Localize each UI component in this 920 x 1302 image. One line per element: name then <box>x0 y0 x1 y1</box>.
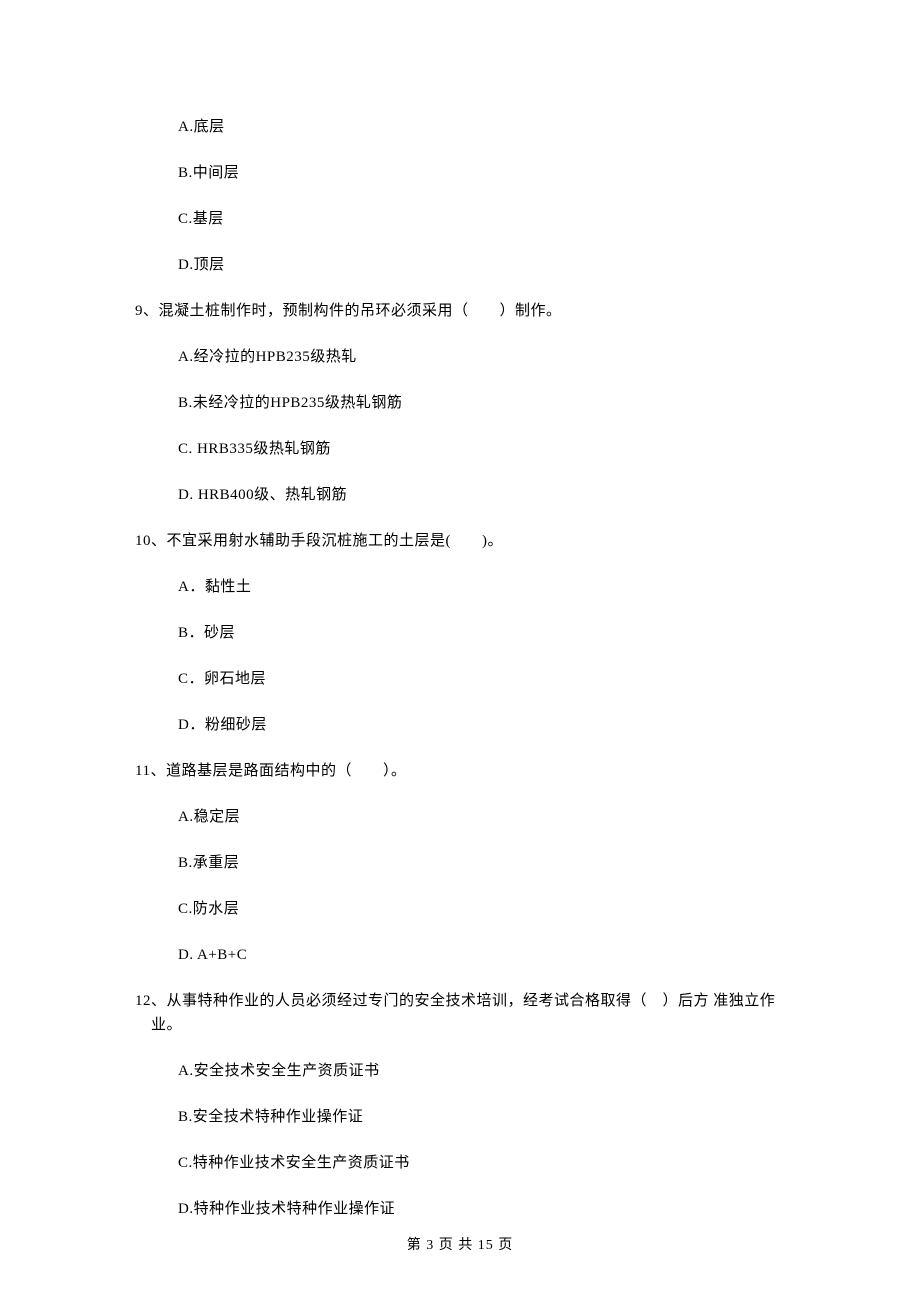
option-list: A.经冷拉的HPB235级热轧 B.未经冷拉的HPB235级热轧钢筋 C. HR… <box>135 345 805 507</box>
option-c: C.防水层 <box>178 897 805 921</box>
option-list: A.底层 B.中间层 C.基层 D.顶层 <box>135 115 805 277</box>
question-10: 10、不宜采用射水辅助手段沉桩施工的土层是( )。 A．黏性土 B．砂层 C．卵… <box>135 529 805 737</box>
option-b: B.安全技术特种作业操作证 <box>178 1105 805 1129</box>
option-a: A.稳定层 <box>178 805 805 829</box>
option-list: A.稳定层 B.承重层 C.防水层 D. A+B+C <box>135 805 805 967</box>
option-b: B．砂层 <box>178 621 805 645</box>
option-list: A.安全技术安全生产资质证书 B.安全技术特种作业操作证 C.特种作业技术安全生… <box>135 1059 805 1221</box>
question-text: 10、不宜采用射水辅助手段沉桩施工的土层是( )。 <box>135 529 805 553</box>
option-c: C．卵石地层 <box>178 667 805 691</box>
option-b: B.未经冷拉的HPB235级热轧钢筋 <box>178 391 805 415</box>
question-text: 9、混凝土桩制作时，预制构件的吊环必须采用（ ）制作。 <box>135 299 805 323</box>
page-footer: 第 3 页 共 15 页 <box>0 1234 920 1254</box>
option-c: C.特种作业技术安全生产资质证书 <box>178 1151 805 1175</box>
option-d: D．粉细砂层 <box>178 713 805 737</box>
page-content: A.底层 B.中间层 C.基层 D.顶层 9、混凝土桩制作时，预制构件的吊环必须… <box>0 0 920 1221</box>
option-b: B.承重层 <box>178 851 805 875</box>
option-a: A.安全技术安全生产资质证书 <box>178 1059 805 1083</box>
option-list: A．黏性土 B．砂层 C．卵石地层 D．粉细砂层 <box>135 575 805 737</box>
option-d: D. HRB400级、热轧钢筋 <box>178 483 805 507</box>
option-a: A.经冷拉的HPB235级热轧 <box>178 345 805 369</box>
option-c: C. HRB335级热轧钢筋 <box>178 437 805 461</box>
option-d: D.顶层 <box>178 253 805 277</box>
question-9: 9、混凝土桩制作时，预制构件的吊环必须采用（ ）制作。 A.经冷拉的HPB235… <box>135 299 805 507</box>
option-a: A．黏性土 <box>178 575 805 599</box>
option-a: A.底层 <box>178 115 805 139</box>
option-b: B.中间层 <box>178 161 805 185</box>
question-11: 11、道路基层是路面结构中的（ ）。 A.稳定层 B.承重层 C.防水层 D. … <box>135 759 805 967</box>
option-d: D.特种作业技术特种作业操作证 <box>178 1197 805 1221</box>
question-8-options: A.底层 B.中间层 C.基层 D.顶层 <box>135 115 805 277</box>
question-text: 12、从事特种作业的人员必须经过专门的安全技术培训，经考试合格取得（ ）后方 准… <box>135 989 805 1037</box>
question-12: 12、从事特种作业的人员必须经过专门的安全技术培训，经考试合格取得（ ）后方 准… <box>135 989 805 1221</box>
option-d: D. A+B+C <box>178 943 805 967</box>
question-text: 11、道路基层是路面结构中的（ ）。 <box>135 759 805 783</box>
option-c: C.基层 <box>178 207 805 231</box>
